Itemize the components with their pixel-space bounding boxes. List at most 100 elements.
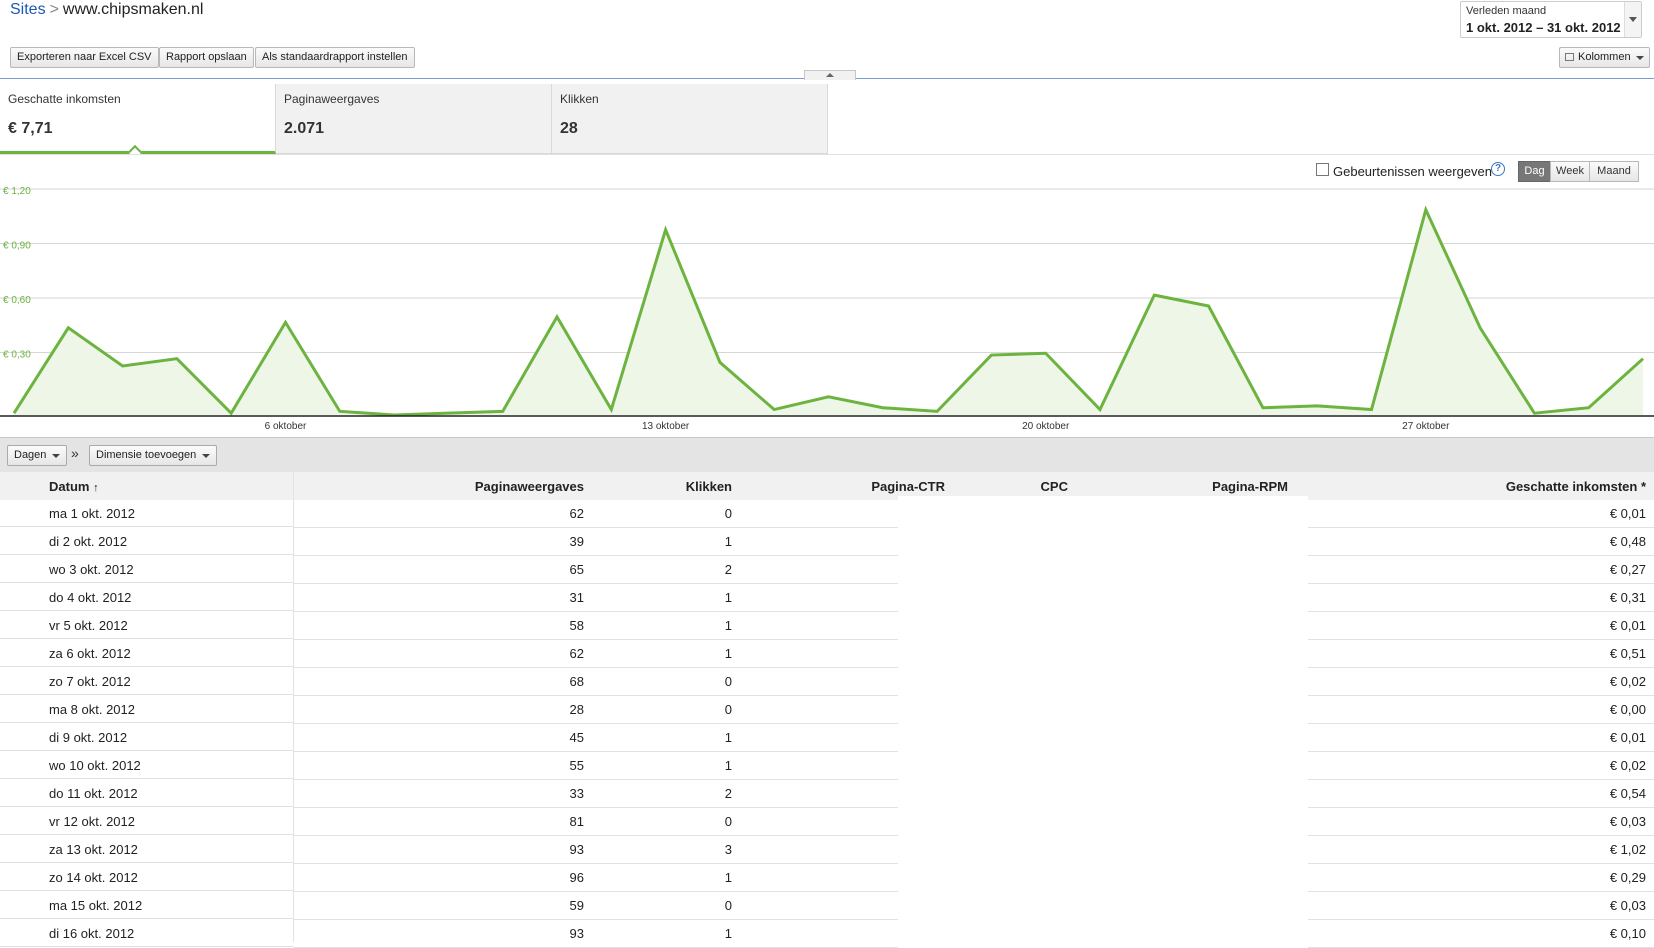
- date-range-picker[interactable]: Verleden maand 1 okt. 2012 – 31 okt. 201…: [1460, 1, 1642, 38]
- table-row: ma 15 okt. 2012 59 0 € 0,03: [0, 892, 1654, 920]
- breadcrumb-sites-link[interactable]: Sites: [10, 1, 46, 18]
- table-row: ma 1 okt. 2012 62 0 € 0,01: [0, 500, 1654, 528]
- granularity-month-button[interactable]: Maand: [1589, 161, 1639, 182]
- save-report-button[interactable]: Rapport opslaan: [159, 47, 254, 68]
- cell-clicks: 1: [584, 920, 732, 948]
- granularity-day-button[interactable]: Dag: [1518, 161, 1551, 182]
- cell-empty: [1646, 500, 1654, 528]
- days-dropdown[interactable]: Dagen: [7, 445, 68, 466]
- cell-clicks: 1: [584, 864, 732, 892]
- column-header-pageviews[interactable]: Paginaweergaves: [380, 472, 584, 500]
- cell-empty: [732, 528, 898, 556]
- cell-empty: [1646, 892, 1654, 920]
- cell-date: wo 10 okt. 2012: [0, 752, 294, 779]
- chart-point: [609, 408, 613, 412]
- set-default-report-button[interactable]: Als standaardrapport instellen: [255, 47, 415, 68]
- chart-point: [935, 409, 939, 413]
- table-row: wo 3 okt. 2012 65 2 € 0,27: [0, 556, 1654, 584]
- cell-clicks: 1: [584, 528, 732, 556]
- column-divider: [293, 472, 294, 942]
- chart-point: [66, 326, 70, 330]
- columns-icon: [1565, 53, 1574, 61]
- date-range-dropdown[interactable]: [1624, 2, 1641, 37]
- y-tick-label: € 0,30: [3, 350, 31, 361]
- collapse-toggle[interactable]: [804, 70, 856, 80]
- columns-label: Kolommen: [1578, 51, 1631, 63]
- cell-clicks: 1: [584, 640, 732, 668]
- column-header-date[interactable]: Datum ↑: [49, 472, 99, 500]
- breadcrumb: Sites > www.chipsmaken.nl: [10, 1, 203, 19]
- cell-empty: [1646, 584, 1654, 612]
- chart-point: [555, 315, 559, 319]
- cell-empty: [732, 556, 898, 584]
- cell-earnings: € 0,03: [1308, 808, 1646, 836]
- table-row: do 4 okt. 2012 31 1 € 0,31: [0, 584, 1654, 612]
- cell-pageviews: 68: [294, 668, 584, 696]
- add-dimension-label: Dimensie toevoegen: [96, 449, 197, 461]
- metric-card-clicks[interactable]: Klikken 28: [552, 84, 828, 154]
- cell-empty: [1646, 612, 1654, 640]
- cell-empty: [1646, 864, 1654, 892]
- cell-clicks: 0: [584, 892, 732, 920]
- chart-point: [175, 357, 179, 361]
- cell-date: vr 5 okt. 2012: [0, 612, 294, 639]
- cell-empty: [1646, 640, 1654, 668]
- granularity-week-button[interactable]: Week: [1550, 161, 1590, 182]
- chart-point: [1587, 406, 1591, 410]
- columns-button[interactable]: Kolommen: [1559, 47, 1650, 68]
- cell-earnings: € 0,00: [1308, 696, 1646, 724]
- table-row: di 2 okt. 2012 39 1 € 0,48: [0, 528, 1654, 556]
- chart-point: [1478, 326, 1482, 330]
- table-row: zo 14 okt. 2012 96 1 € 0,29: [0, 864, 1654, 892]
- column-header-earnings[interactable]: Geschatte inkomsten *: [1400, 472, 1646, 500]
- cell-clicks: 0: [584, 500, 732, 528]
- cell-empty: [732, 500, 898, 528]
- table-row: zo 7 okt. 2012 68 0 € 0,02: [0, 668, 1654, 696]
- cell-clicks: 0: [584, 696, 732, 724]
- metric-card-earnings[interactable]: Geschatte inkomsten € 7,71: [0, 84, 276, 154]
- cell-date: vr 12 okt. 2012: [0, 808, 294, 835]
- metric-value: 28: [560, 120, 578, 137]
- breadcrumb-separator: >: [49, 1, 59, 18]
- cell-empty: [732, 752, 898, 780]
- add-dimension-dropdown[interactable]: Dimensie toevoegen: [89, 445, 218, 466]
- table-row: vr 12 okt. 2012 81 0 € 0,03: [0, 808, 1654, 836]
- chevron-up-icon: [826, 73, 834, 77]
- dimension-bar: Dagen Dimensie toevoegen: [0, 437, 1654, 473]
- cell-earnings: € 0,02: [1308, 668, 1646, 696]
- cell-pageviews: 55: [294, 752, 584, 780]
- cell-earnings: € 0,01: [1308, 724, 1646, 752]
- chevron-down-icon: [1635, 56, 1644, 60]
- cell-empty: [732, 836, 898, 864]
- metric-card-pageviews[interactable]: Paginaweergaves 2.071: [276, 84, 552, 154]
- y-tick-label: € 1,20: [3, 186, 31, 197]
- date-range-label: Verleden maand: [1466, 5, 1547, 17]
- events-checkbox[interactable]: [1316, 163, 1329, 176]
- cell-earnings: € 0,27: [1308, 556, 1646, 584]
- cell-empty: [1646, 724, 1654, 752]
- chart-point: [1424, 208, 1428, 212]
- table-row: di 9 okt. 2012 45 1 € 0,01: [0, 724, 1654, 752]
- export-csv-button[interactable]: Exporteren naar Excel CSV: [10, 47, 159, 68]
- metric-value: 2.071: [284, 120, 325, 137]
- cell-date: do 11 okt. 2012: [0, 780, 294, 807]
- column-header-clicks[interactable]: Klikken: [620, 472, 732, 500]
- y-tick-label: € 0,60: [3, 295, 31, 306]
- cell-empty: [1646, 780, 1654, 808]
- chart-point: [1315, 404, 1319, 408]
- cell-pageviews: 81: [294, 808, 584, 836]
- metric-label: Klikken: [560, 92, 599, 106]
- chart-point: [718, 360, 722, 364]
- cell-clicks: 1: [584, 724, 732, 752]
- chart-point: [446, 411, 450, 415]
- cell-clicks: 0: [584, 808, 732, 836]
- cell-empty: [732, 864, 898, 892]
- cell-date: di 2 okt. 2012: [0, 528, 294, 555]
- cell-clicks: 2: [584, 780, 732, 808]
- cell-pageviews: 39: [294, 528, 584, 556]
- chart-point: [1641, 357, 1645, 361]
- cell-empty: [732, 808, 898, 836]
- cell-pageviews: 28: [294, 696, 584, 724]
- help-icon[interactable]: ?: [1491, 162, 1505, 176]
- chart-point: [229, 411, 233, 415]
